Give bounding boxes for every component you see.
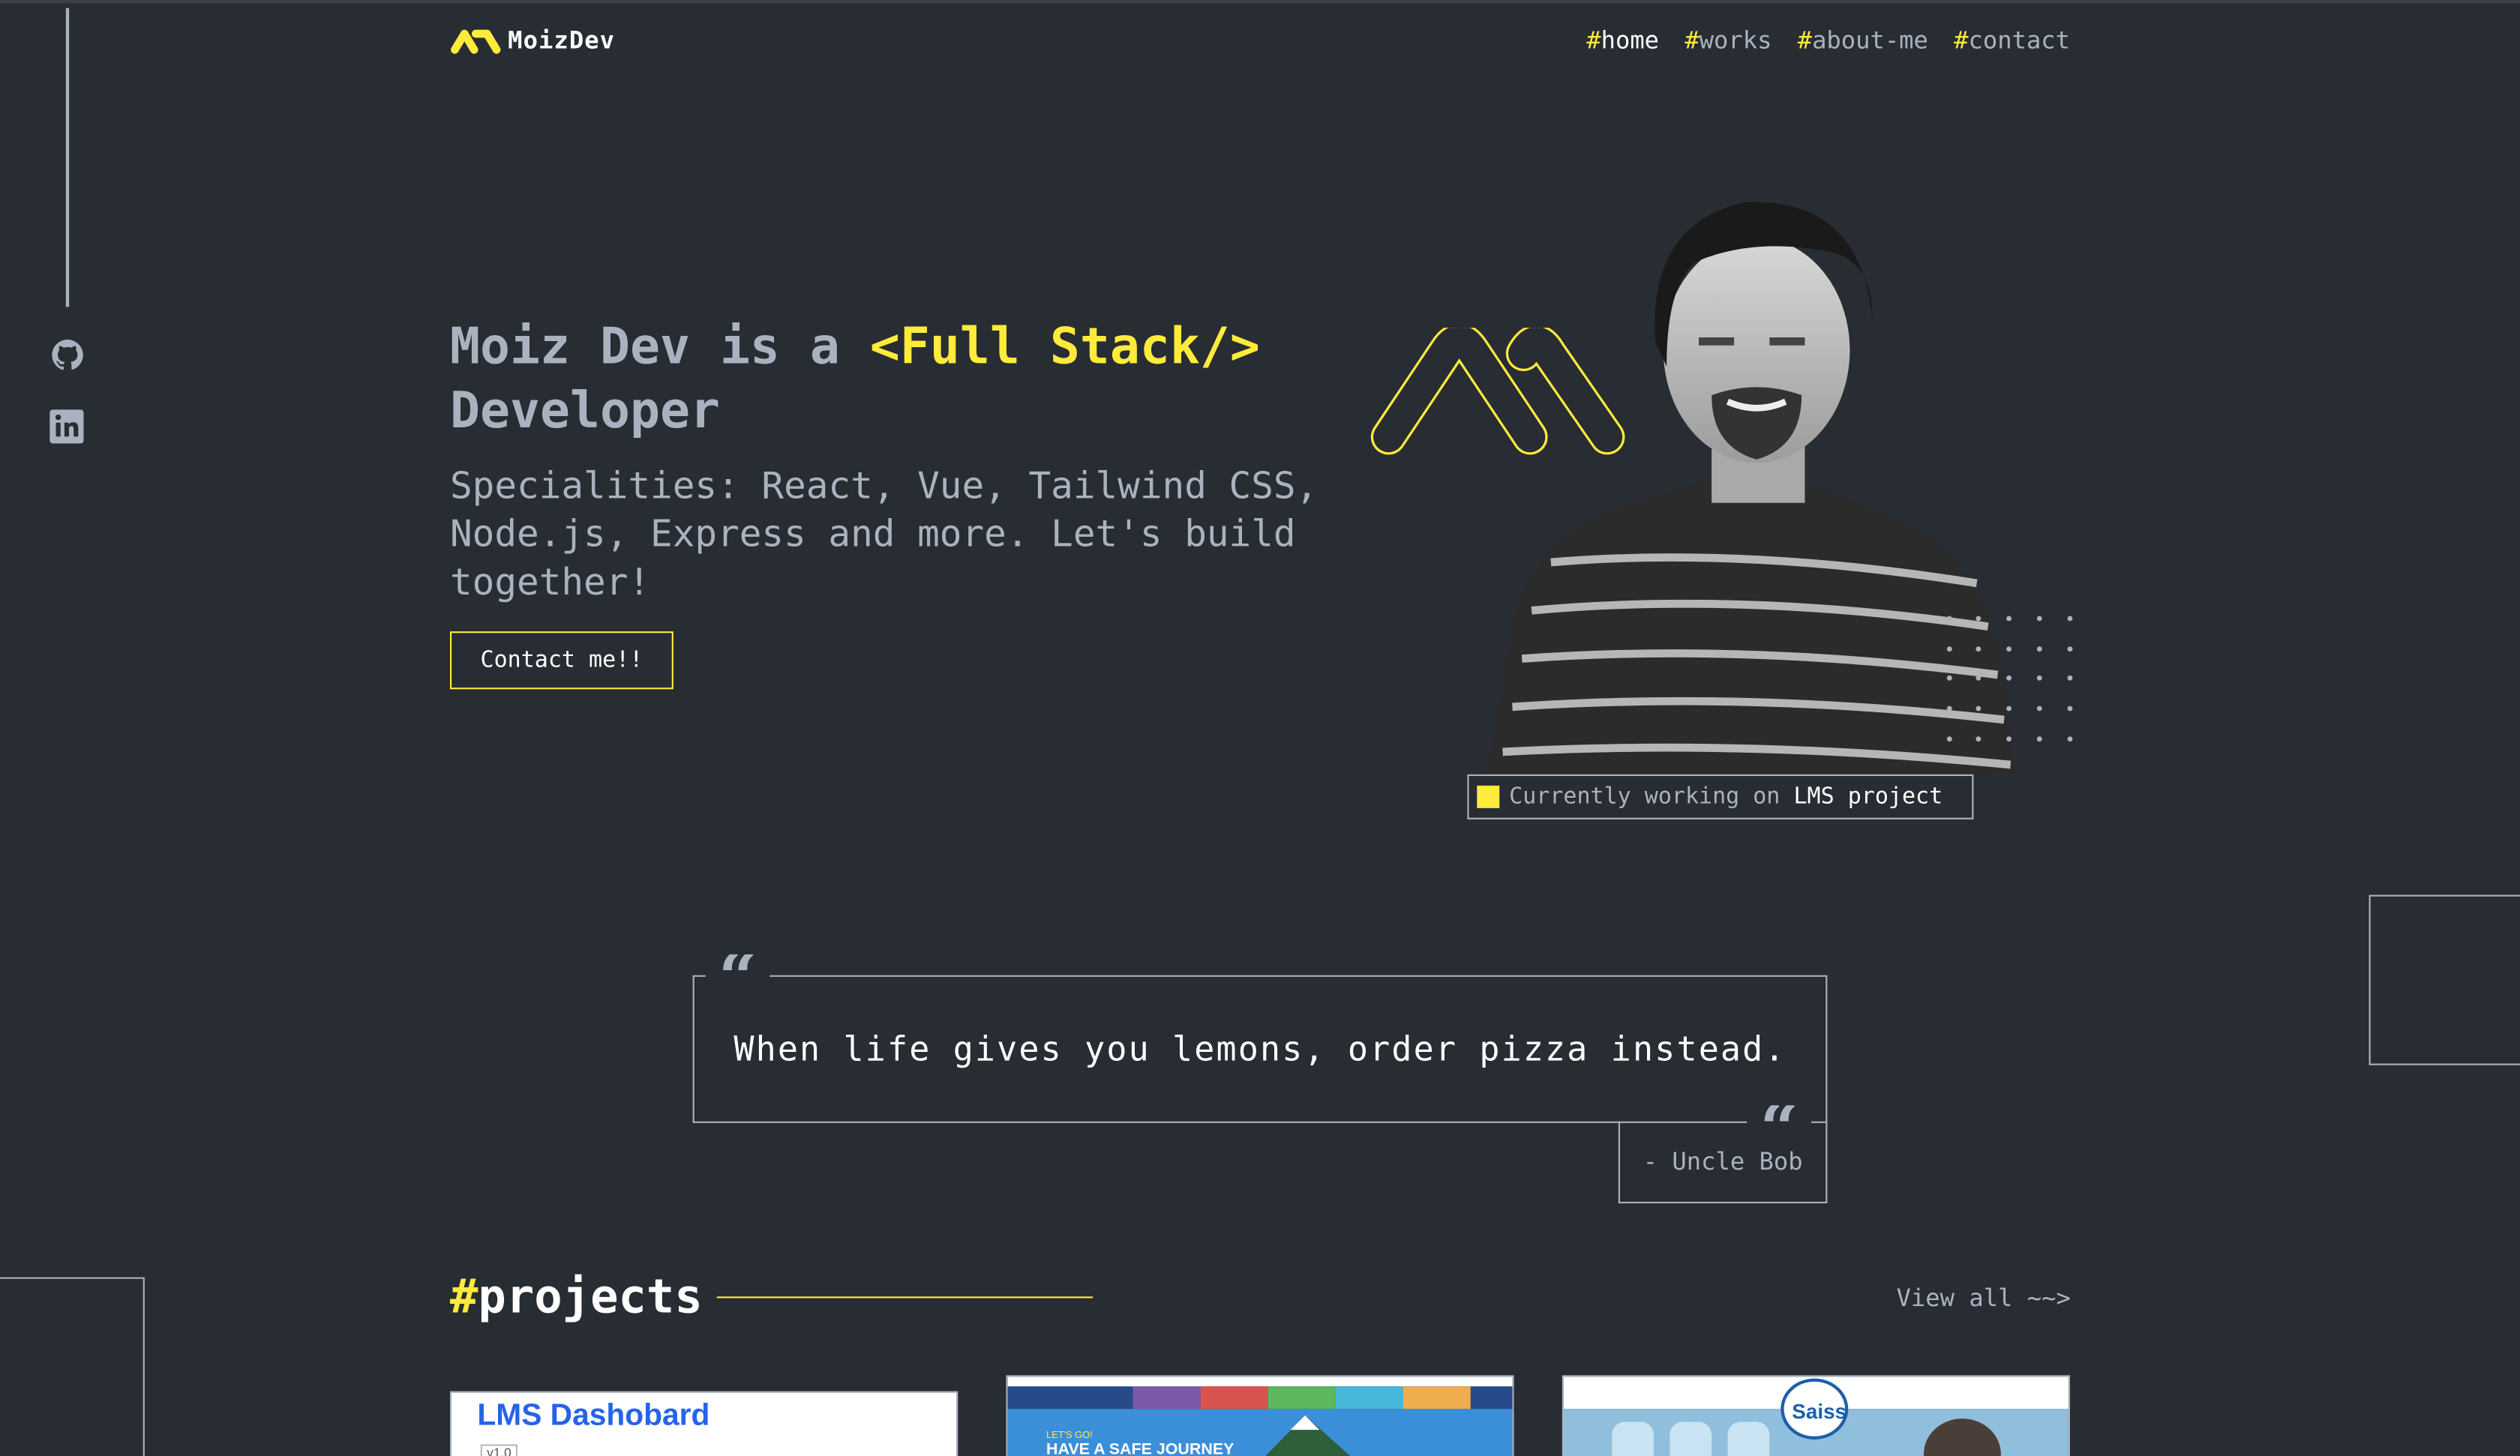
decorative-rectangle-right <box>2368 894 2520 1065</box>
brand-name: MoizDev <box>508 25 616 55</box>
current-work-status: Currently working on LMS project <box>1467 774 1974 819</box>
project-card-title: LMS Dashobard <box>477 1399 710 1434</box>
decorative-rectangle-left <box>0 1277 145 1456</box>
projects-section-title: #projects <box>450 1269 703 1324</box>
quote-text: When life gives you lemons, order pizza … <box>734 1029 1786 1068</box>
top-divider <box>0 0 2520 4</box>
view-all-projects-link[interactable]: View all ~~> <box>1897 1284 2071 1313</box>
project-card-saiss[interactable]: Saiss <box>1562 1375 2070 1456</box>
nav-works[interactable]: #works <box>1684 25 1772 55</box>
dots-pattern <box>1946 616 2073 742</box>
linkedin-icon[interactable] <box>48 408 85 445</box>
profile-photo <box>1486 202 2018 774</box>
nav-about-me[interactable]: #about-me <box>1798 25 1928 55</box>
logo-icon <box>451 29 501 54</box>
saiss-logo: Saiss <box>1792 1399 1847 1424</box>
section-title-line <box>716 1296 1094 1299</box>
social-sidebar-line <box>65 7 70 307</box>
status-indicator <box>1477 785 1500 808</box>
project-card-travel[interactable]: LET'S GO! HAVE A SAFE JOURNEY <box>1006 1375 1514 1456</box>
brand-logo[interactable]: MoizDev <box>450 25 615 55</box>
travel-tagline: LET'S GO! <box>1046 1431 1093 1442</box>
hero-title: Moiz Dev is a <Full Stack/> Developer <box>450 318 1260 441</box>
status-text: Currently working on LMS project <box>1509 783 1943 810</box>
status-project: LMS project <box>1793 783 1943 810</box>
contact-me-button[interactable]: Contact me!! <box>450 631 674 690</box>
nav-home[interactable]: #home <box>1586 25 1659 55</box>
project-card-version: v1.0 <box>480 1444 518 1456</box>
quote-author: - Uncle Bob <box>1618 1121 1828 1203</box>
quote-open-icon: “ <box>705 954 770 999</box>
github-icon[interactable] <box>48 336 85 373</box>
quote-box: When life gives you lemons, order pizza … <box>692 975 1828 1123</box>
travel-banner: HAVE A SAFE JOURNEY <box>1046 1441 1234 1456</box>
hero-title-accent: <Full Stack/> <box>869 318 1260 376</box>
hero-subtitle: Specialities: React, Vue, Tailwind CSS, … <box>450 466 1318 604</box>
main-nav: #home #works #about-me #contact <box>1586 25 2070 55</box>
nav-contact[interactable]: #contact <box>1954 25 2070 55</box>
project-card-lms[interactable]: LMS Dashobard v1.0 <box>450 1391 958 1456</box>
